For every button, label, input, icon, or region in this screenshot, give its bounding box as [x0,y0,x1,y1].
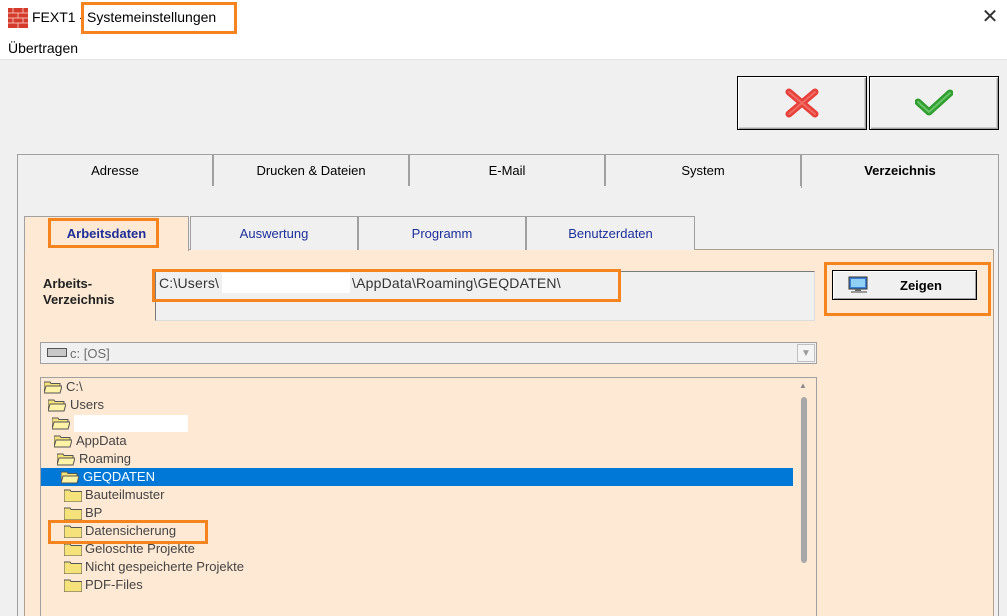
red-x-icon [785,88,819,118]
tab-email[interactable]: E-Mail [409,154,605,187]
folder-icon [64,489,82,502]
menu-bar: Übertragen [0,36,1007,60]
ok-button[interactable] [869,76,999,130]
tab-drucken-dateien[interactable]: Drucken & Dateien [213,154,409,187]
drive-icon [47,348,67,357]
folder-label: AppData [76,433,127,448]
folder-row-roaming[interactable]: Roaming [41,450,793,468]
close-window-button[interactable]: ✕ [977,4,1003,30]
work-dir-label-line2: Verzeichnis [43,292,115,307]
zeigen-label: Zeigen [900,278,942,293]
work-dir-label-line1: Arbeits- [43,276,93,291]
folder-row-pdf-files[interactable]: PDF-Files [41,576,793,594]
scrollbar-thumb[interactable] [801,397,807,563]
tab-adresse[interactable]: Adresse [17,154,213,187]
folder-icon [64,543,82,556]
folder-icon [64,561,82,574]
title-highlight [81,2,237,34]
redacted-username-folder [74,415,188,432]
zeigen-button[interactable]: Zeigen [832,270,977,300]
folder-label: PDF-Files [85,577,143,592]
tab-system[interactable]: System [605,154,801,187]
folder-row-geqdaten[interactable]: GEQDATEN [41,468,793,486]
tab-auswertung[interactable]: Auswertung [190,216,358,250]
folder-label: Roaming [79,451,132,466]
open-folder-icon [52,417,70,430]
monitor-icon [848,276,868,293]
folder-label: C:\ [66,379,83,394]
window-app-name: FEXT1 - [32,9,85,25]
datensicherung-highlight [48,520,208,544]
scroll-up-icon[interactable]: ▲ [799,381,807,390]
tab-verzeichnis[interactable]: Verzeichnis [801,154,999,188]
chevron-down-icon[interactable]: ▼ [797,344,815,362]
open-folder-icon [44,381,62,394]
green-check-icon [915,89,953,116]
folder-icon [64,579,82,592]
open-folder-icon [57,453,75,466]
menu-item-uebertragen[interactable]: Übertragen [8,40,78,56]
folder-label: GEQDATEN [83,469,155,484]
drive-select[interactable]: c: [OS] ▼ [40,342,817,364]
open-folder-icon [61,471,79,484]
folder-label: Nicht gespeicherte Projekte [85,559,244,574]
folder-row-c[interactable]: C:\ [41,378,793,396]
tab-highlight [48,218,159,248]
folder-row-users[interactable]: Users [41,396,793,414]
folder-row-nicht-gespeicherte-projekte[interactable]: Nicht gespeicherte Projekte [41,558,793,576]
folder-row-appdata[interactable]: AppData [41,432,793,450]
tab-benutzerdaten[interactable]: Benutzerdaten [526,216,695,250]
app-brick-icon [8,8,28,28]
folder-row-bauteilmuster[interactable]: Bauteilmuster [41,486,793,504]
work-dir-label: Arbeits- Verzeichnis [43,276,115,308]
tab-programm[interactable]: Programm [358,216,526,250]
open-folder-icon [54,435,72,448]
folder-label: Users [70,397,104,412]
folder-icon [64,507,82,520]
path-highlight [152,269,621,302]
drive-selected-value: c: [OS] [70,346,110,361]
open-folder-icon [48,399,66,412]
folder-label: Bauteilmuster [85,487,165,502]
cancel-button[interactable] [737,76,867,130]
title-bar: FEXT1 - Systemeinstellungen ✕ [0,0,1007,36]
